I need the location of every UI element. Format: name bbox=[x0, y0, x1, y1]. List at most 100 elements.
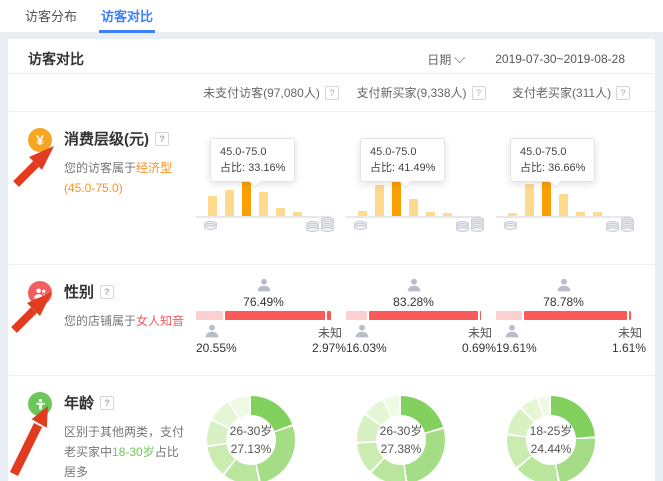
consume-chart-new-buyers[interactable]: 45.0-75.0占比: 41.49% bbox=[346, 112, 496, 264]
coin-stack bbox=[621, 220, 634, 232]
age-donut-chart[interactable]: 26-30岁27.13% bbox=[207, 396, 295, 481]
gender-segment-unknown bbox=[327, 311, 331, 320]
panel-title: 访客对比 bbox=[28, 49, 84, 69]
donut-center-label: 18-25岁 bbox=[507, 422, 595, 439]
age-label-cell: 年龄 ? 区别于其他两类，支付老买家中18-30岁占比居多 bbox=[8, 376, 196, 481]
bar[interactable] bbox=[208, 196, 217, 216]
gender-segment-male bbox=[196, 311, 223, 320]
bar[interactable] bbox=[276, 208, 285, 216]
bar-highlighted[interactable] bbox=[242, 180, 251, 216]
help-icon[interactable]: ? bbox=[616, 86, 630, 100]
spend-level-bars bbox=[208, 180, 320, 216]
coin bbox=[606, 227, 619, 232]
chevron-down-icon bbox=[454, 52, 465, 63]
x-axis bbox=[346, 216, 481, 218]
age-chart-unpaid[interactable]: 26-30岁27.13% bbox=[196, 376, 346, 481]
gender-people-icon bbox=[28, 281, 52, 305]
age-chart-old-buyers[interactable]: 18-25岁 24.44% bbox=[496, 376, 646, 481]
row-title-text: 消费层级(元) bbox=[64, 128, 149, 149]
unknown-label: 未知 bbox=[318, 324, 342, 341]
gender-segment-female bbox=[369, 311, 478, 320]
gender-chart-unpaid[interactable]: 76.49%未知20.55%2.97% bbox=[196, 265, 346, 375]
consume-chart-old-buyers[interactable]: 45.0-75.0占比: 36.66% bbox=[496, 112, 646, 264]
gender-chart-new-buyers[interactable]: 83.28%未知16.03%0.69% bbox=[346, 265, 496, 375]
gender-bar[interactable] bbox=[496, 311, 631, 320]
tab-visitor-comparison[interactable]: 访客对比 bbox=[101, 0, 153, 33]
donut-center-label: 26-30岁 bbox=[357, 422, 445, 439]
date-filter-dropdown[interactable]: 日期 bbox=[427, 51, 465, 68]
gender-chart-old-buyers[interactable]: 78.78% 未知 19.61% 1.61% bbox=[496, 265, 646, 375]
low-spend-coins-icon bbox=[204, 224, 217, 230]
column-label: 支付新买家(9,338人) bbox=[356, 84, 466, 101]
bar-tooltip: 45.0-75.0占比: 36.66% bbox=[510, 138, 595, 182]
help-icon[interactable]: ? bbox=[325, 86, 339, 100]
column-unpaid-visitors: 未支付访客(97,080人) ? bbox=[196, 84, 346, 101]
consume-level-desc: 您的访客属于经济型(45.0-75.0) bbox=[64, 158, 190, 198]
consume-chart-unpaid[interactable]: 45.0-75.0占比: 33.16% bbox=[196, 112, 346, 264]
female-percent: 76.49% bbox=[196, 295, 331, 309]
gender-segment-female bbox=[524, 311, 627, 320]
desc-highlight: 女人知音 bbox=[136, 314, 184, 328]
unknown-percent: 0.69% bbox=[462, 341, 496, 355]
row-title-text: 性别 bbox=[64, 281, 94, 302]
bar[interactable] bbox=[409, 199, 418, 216]
gender-bar[interactable] bbox=[196, 311, 331, 320]
tooltip-share: 占比: 36.66% bbox=[520, 160, 585, 176]
coin-stack bbox=[606, 224, 619, 232]
help-icon[interactable]: ? bbox=[100, 396, 114, 410]
age-chart-new-buyers[interactable]: 26-30岁 27.38% bbox=[346, 376, 496, 481]
bar[interactable] bbox=[225, 190, 234, 216]
row-gender: 性别 ? 您的店铺属于女人知音 76.49%未知20.55%2.97% 83.2… bbox=[8, 265, 655, 376]
male-percent: 20.55% bbox=[196, 341, 237, 355]
gender-label-cell: 性别 ? 您的店铺属于女人知音 bbox=[8, 265, 196, 375]
help-icon[interactable]: ? bbox=[472, 86, 486, 100]
bar[interactable] bbox=[559, 194, 568, 216]
age-title: 年龄 ? bbox=[64, 392, 188, 413]
coin bbox=[306, 227, 319, 232]
gender-segment-male bbox=[496, 311, 522, 320]
age-desc: 区别于其他两类，支付老买家中18-30岁占比居多 bbox=[64, 422, 190, 481]
help-icon[interactable]: ? bbox=[100, 285, 114, 299]
unknown-label: 未知 bbox=[618, 324, 642, 341]
date-range-value[interactable]: 2019-07-30~2019-08-28 bbox=[495, 52, 625, 66]
female-percent: 83.28% bbox=[346, 295, 481, 309]
bar[interactable] bbox=[375, 185, 384, 216]
consume-level-title: 消费层级(元) ? bbox=[64, 128, 188, 149]
spend-level-bars bbox=[358, 180, 470, 216]
column-old-buyers: 支付老买家(311人) ? bbox=[496, 84, 646, 101]
donut-center-value: 24.44% bbox=[507, 442, 595, 456]
coin bbox=[354, 225, 367, 230]
column-label: 未支付访客(97,080人) bbox=[203, 84, 320, 101]
coin-stack bbox=[306, 224, 319, 232]
tab-visitor-distribution[interactable]: 访客分布 bbox=[25, 0, 77, 33]
help-icon[interactable]: ? bbox=[155, 132, 169, 146]
unknown-percent: 1.61% bbox=[612, 341, 646, 355]
bar-tooltip: 45.0-75.0占比: 41.49% bbox=[360, 138, 445, 182]
panel-header: 访客对比 日期 2019-07-30~2019-08-28 bbox=[8, 39, 655, 74]
bar-highlighted[interactable] bbox=[392, 180, 401, 216]
coin bbox=[504, 225, 517, 230]
female-percent: 78.78% bbox=[496, 295, 631, 309]
desc-prefix: 您的店铺属于 bbox=[64, 314, 136, 328]
desc-highlight: 18-30岁 bbox=[112, 445, 155, 459]
age-donut-chart[interactable]: 26-30岁 27.38% bbox=[357, 396, 445, 481]
gender-desc: 您的店铺属于女人知音 bbox=[64, 311, 190, 331]
date-filter-label: 日期 bbox=[427, 51, 451, 68]
male-percent: 19.61% bbox=[496, 341, 537, 355]
tooltip-range: 45.0-75.0 bbox=[370, 144, 435, 160]
coin bbox=[204, 225, 217, 230]
gender-bar[interactable] bbox=[346, 311, 481, 320]
row-title-text: 年龄 bbox=[64, 392, 94, 413]
bar[interactable] bbox=[525, 184, 534, 216]
tooltip-share: 占比: 41.49% bbox=[370, 160, 435, 176]
bar[interactable] bbox=[259, 192, 268, 216]
consume-level-label-cell: ¥ 消费层级(元) ? 您的访客属于经济型(45.0-75.0) bbox=[8, 112, 196, 264]
bar-highlighted[interactable] bbox=[542, 180, 551, 216]
coin-stack bbox=[471, 220, 484, 232]
column-label: 支付老买家(311人) bbox=[512, 84, 611, 101]
desc-prefix: 您的访客属于 bbox=[64, 161, 136, 175]
gender-title: 性别 ? bbox=[64, 281, 188, 302]
column-headers: 未支付访客(97,080人) ? 支付新买家(9,338人) ? 支付老买家(3… bbox=[8, 74, 655, 112]
donut-center-value: 27.38% bbox=[357, 442, 445, 456]
age-donut-chart[interactable]: 18-25岁 24.44% bbox=[507, 396, 595, 481]
